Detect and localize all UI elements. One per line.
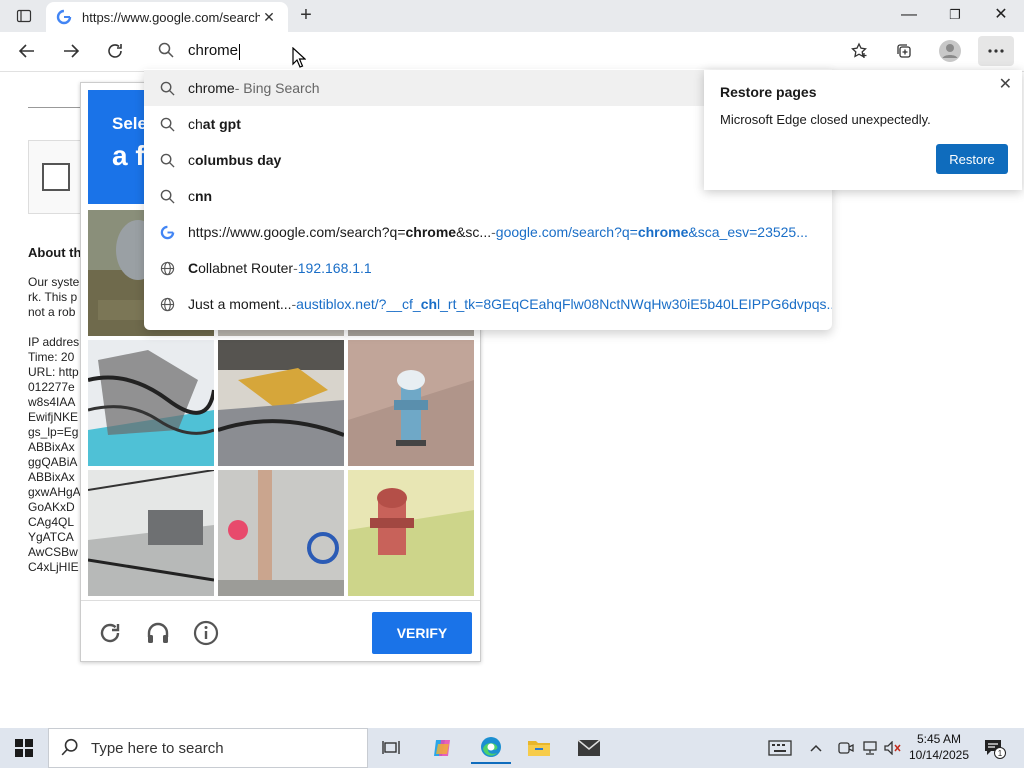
clock-date: 10/14/2025	[908, 748, 970, 762]
about-text: Our syste rk. This p not a rob IP addres Ti…	[28, 275, 80, 575]
page-divider	[28, 107, 80, 108]
about-line: ABBixAx	[28, 470, 75, 484]
maximize-button[interactable]: ❐	[932, 0, 978, 32]
settings-more-icon[interactable]	[978, 36, 1014, 66]
captcha-tile[interactable]	[348, 340, 474, 466]
about-line: URL: http	[28, 365, 79, 379]
about-line: C4xLjHIE	[28, 560, 79, 574]
search-icon	[158, 79, 176, 97]
address-input[interactable]: chrome	[188, 42, 241, 60]
about-heading: About th	[28, 245, 80, 260]
restore-button[interactable]: Restore	[936, 144, 1008, 174]
task-view-icon[interactable]	[372, 732, 412, 764]
suggestion-link: google.com/search?q=chrome&sca_esv=23525…	[495, 224, 808, 240]
taskbar-search-box[interactable]: Type here to search	[48, 728, 368, 768]
favorites-star-icon[interactable]	[845, 36, 875, 66]
reload-icon[interactable]	[95, 618, 125, 648]
globe-icon	[158, 259, 176, 277]
refresh-icon[interactable]	[100, 36, 130, 66]
about-line: ggQABiA	[28, 455, 78, 469]
suggestion-link: 192.168.1.1	[297, 260, 372, 276]
about-line: GoAKxD	[28, 500, 75, 514]
verify-checkbox[interactable]	[42, 163, 70, 191]
meet-now-icon[interactable]	[835, 732, 857, 764]
notifications-icon[interactable]: 1	[976, 732, 1012, 764]
close-icon[interactable]: ✕	[999, 74, 1012, 94]
tab-title: https://www.google.com/search?	[82, 9, 260, 25]
verification-card	[28, 140, 80, 214]
volume-muted-icon[interactable]	[882, 732, 904, 764]
new-tab-icon[interactable]: +	[294, 4, 318, 28]
tab-close-icon[interactable]: ✕	[260, 9, 278, 26]
about-line	[28, 320, 80, 335]
tab-actions-icon[interactable]	[8, 4, 40, 28]
suggestion-link: austiblox.net/?__cf_chl_rt_tk=8GEqCEahqF…	[296, 296, 832, 312]
google-icon	[158, 223, 176, 241]
globe-icon	[158, 295, 176, 313]
keyboard-icon[interactable]	[760, 732, 800, 764]
search-icon	[61, 738, 79, 759]
about-line: EwifjNKE	[28, 410, 79, 424]
clock[interactable]: 5:45 AM 10/14/2025	[906, 731, 972, 763]
address-bar[interactable]: chrome	[144, 33, 832, 69]
file-explorer-icon[interactable]	[519, 732, 559, 764]
restore-title: Restore pages	[720, 84, 817, 100]
collections-icon[interactable]	[889, 36, 919, 66]
back-arrow-icon[interactable]	[12, 36, 42, 66]
copilot-icon[interactable]	[423, 732, 463, 764]
about-line: gxwAHgA	[28, 485, 80, 499]
about-line: w8s4IAA	[28, 395, 76, 409]
about-line: YgATCA	[28, 530, 74, 544]
text-caret	[239, 43, 241, 60]
clock-time: 5:45 AM	[916, 732, 962, 746]
forward-arrow-icon[interactable]	[56, 36, 86, 66]
about-line: not a rob	[28, 305, 76, 319]
restore-message: Microsoft Edge closed unexpectedly.	[720, 112, 931, 127]
suggestion-item[interactable]: Just a moment... - austiblox.net/?__cf_c…	[144, 286, 832, 322]
browser-tab[interactable]: https://www.google.com/search? ✕	[46, 2, 288, 32]
title-bar: https://www.google.com/search? ✕ + — ❐ ✕	[0, 0, 1024, 32]
search-icon	[158, 151, 176, 169]
mail-icon[interactable]	[569, 732, 609, 764]
about-line: AwCSBw	[28, 545, 78, 559]
search-icon	[158, 187, 176, 205]
taskbar-search-placeholder: Type here to search	[91, 739, 224, 757]
close-window-button[interactable]: ✕	[978, 0, 1024, 32]
captcha-tile[interactable]	[88, 340, 214, 466]
about-line: gs_lp=Eg	[28, 425, 79, 439]
verify-button[interactable]: VERIFY	[372, 612, 472, 654]
about-line: CAg4QL	[28, 515, 75, 529]
about-line: 012277e	[28, 380, 75, 394]
network-icon[interactable]	[859, 732, 881, 764]
notification-count: 1	[998, 749, 1003, 758]
google-favicon-icon	[56, 9, 72, 25]
suggestion-item[interactable]: https://www.google.com/search?q= chrome &s…	[144, 214, 832, 250]
captcha-tile[interactable]	[88, 470, 214, 596]
edge-browser-icon[interactable]	[471, 732, 511, 764]
about-line: rk. This p	[28, 290, 78, 304]
suggestion-item[interactable]: Collabnet Router - 192.168.1.1	[144, 250, 832, 286]
captcha-tile[interactable]	[218, 340, 344, 466]
about-line: Our syste	[28, 275, 80, 289]
captcha-tile[interactable]	[348, 470, 474, 596]
search-icon	[158, 42, 174, 61]
search-icon	[158, 115, 176, 133]
about-line: ABBixAx	[28, 440, 75, 454]
chevron-up-icon[interactable]	[803, 732, 829, 764]
captcha-target: a f	[112, 140, 145, 171]
about-line: Time: 20	[28, 350, 75, 364]
about-line: IP addres	[28, 335, 80, 349]
taskbar: Type here to search 5:45 AM 10/14/2025 1	[0, 728, 1024, 768]
minimize-button[interactable]: —	[886, 0, 932, 32]
profile-avatar-icon[interactable]	[935, 36, 965, 66]
windows-start-icon[interactable]	[0, 728, 48, 768]
restore-pages-popup: Restore pages ✕ Microsoft Edge closed un…	[704, 70, 1022, 190]
info-icon[interactable]	[191, 618, 221, 648]
captcha-footer-divider	[81, 600, 480, 601]
captcha-tile[interactable]	[218, 470, 344, 596]
audio-headphones-icon[interactable]	[143, 618, 173, 648]
